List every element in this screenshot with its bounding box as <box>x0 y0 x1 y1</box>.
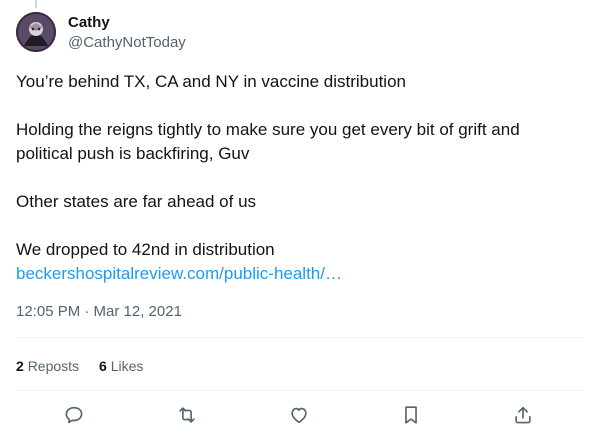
bookmark-icon <box>405 406 417 424</box>
likes-stat[interactable]: 6 Likes <box>99 356 143 376</box>
tweet-line: We dropped to 42nd in distribution <box>16 240 275 259</box>
repost-icon <box>179 407 195 423</box>
engagement-stats: 2 Reposts 6 Likes <box>16 356 143 376</box>
thread-connector-line <box>35 0 37 8</box>
likes-count: 6 <box>99 358 107 374</box>
divider <box>16 337 582 338</box>
heart-icon <box>291 407 307 424</box>
author-display-name[interactable]: Cathy <box>68 13 186 33</box>
reply-button[interactable] <box>63 404 85 426</box>
bookmark-button[interactable] <box>400 404 422 426</box>
tweet-line: You’re behind TX, CA and NY in vaccine d… <box>16 72 406 91</box>
avatar-image <box>16 12 56 52</box>
avatar[interactable] <box>16 12 56 52</box>
author-block[interactable]: Cathy @CathyNotToday <box>68 13 186 53</box>
share-icon <box>515 406 531 424</box>
tweet-timestamp[interactable]: 12:05 PM · Mar 12, 2021 <box>16 302 182 322</box>
reposts-count: 2 <box>16 358 24 374</box>
reply-icon <box>65 406 83 424</box>
author-handle[interactable]: @CathyNotToday <box>68 33 186 53</box>
like-button[interactable] <box>288 404 310 426</box>
reposts-label: Reposts <box>27 358 80 374</box>
tweet-text: You’re behind TX, CA and NY in vaccine d… <box>16 70 576 286</box>
action-bar <box>16 400 582 432</box>
tweet-link[interactable]: beckershospitalreview.com/public-health/… <box>16 262 576 286</box>
divider <box>16 390 582 391</box>
repost-button[interactable] <box>176 404 198 426</box>
share-button[interactable] <box>512 404 534 426</box>
tweet-line: Holding the reigns tightly to make sure … <box>16 120 520 163</box>
likes-label: Likes <box>110 358 144 374</box>
tweet-line: Other states are far ahead of us <box>16 192 257 211</box>
reposts-stat[interactable]: 2 Reposts <box>16 356 79 376</box>
